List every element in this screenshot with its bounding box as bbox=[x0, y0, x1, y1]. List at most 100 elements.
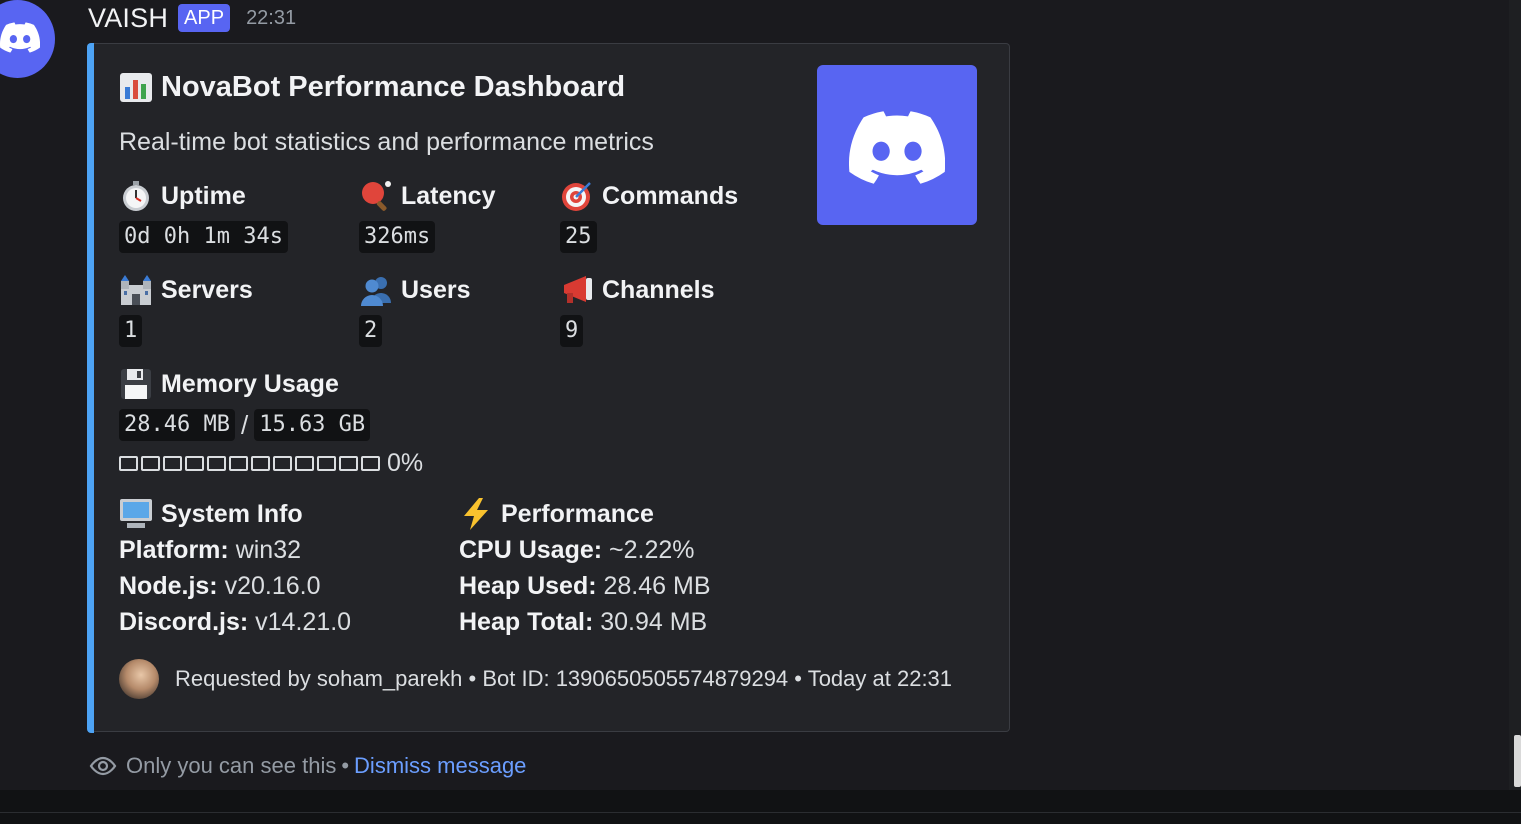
castle-icon bbox=[121, 275, 151, 305]
progress-segment bbox=[229, 456, 248, 471]
progress-segment bbox=[251, 456, 270, 471]
field-users-label: Users bbox=[401, 275, 471, 304]
field-uptime: Uptime 0d 0h 1m 34s bbox=[119, 178, 288, 253]
message-header: VAISH APP 22:31 bbox=[88, 2, 296, 34]
embed-thumbnail[interactable] bbox=[817, 65, 977, 225]
field-uptime-label: Uptime bbox=[161, 181, 246, 210]
discord-logo-icon bbox=[849, 111, 945, 184]
progress-segment bbox=[361, 456, 380, 471]
perf-row-cpu: CPU Usage: ~2.22% bbox=[459, 532, 711, 568]
dismiss-message-link[interactable]: Dismiss message bbox=[354, 753, 526, 779]
field-memory: Memory Usage 28.46 MB / 15.63 GB bbox=[119, 366, 371, 441]
embed-accent-bar bbox=[87, 43, 94, 733]
field-performance: Performance CPU Usage: ~2.22% Heap Used:… bbox=[459, 496, 711, 640]
progress-segment bbox=[207, 456, 226, 471]
computer-icon bbox=[120, 499, 152, 528]
requester-avatar bbox=[119, 659, 159, 699]
field-commands-label: Commands bbox=[602, 181, 739, 210]
info-key: Node.js: bbox=[119, 572, 218, 600]
field-servers-value: 1 bbox=[119, 315, 143, 347]
field-users-value: 2 bbox=[359, 315, 383, 347]
footer-text: Requested by soham_parekh • Bot ID: 1390… bbox=[175, 666, 953, 691]
embed-title: NovaBot Performance Dashboard bbox=[161, 70, 626, 103]
field-channels: Channels 9 bbox=[560, 272, 715, 347]
field-uptime-name: Uptime bbox=[119, 178, 288, 214]
info-value: ~2.22% bbox=[609, 536, 695, 564]
field-users-name: Users bbox=[359, 272, 471, 308]
field-latency-label: Latency bbox=[401, 181, 496, 210]
ephemeral-notice: Only you can see this • Dismiss message bbox=[88, 750, 526, 782]
memory-used-value: 28.46 MB bbox=[119, 409, 235, 441]
field-memory-name: Memory Usage bbox=[119, 366, 370, 402]
lightning-icon bbox=[464, 498, 488, 530]
progress-segment bbox=[163, 456, 182, 471]
scrollbar-track[interactable] bbox=[1509, 0, 1521, 790]
field-memory-label: Memory Usage bbox=[161, 369, 339, 398]
info-key: Platform: bbox=[119, 536, 229, 564]
progress-segment bbox=[339, 456, 358, 471]
bot-avatar[interactable] bbox=[0, 0, 55, 78]
info-value: v20.16.0 bbox=[224, 572, 321, 600]
info-value: 30.94 MB bbox=[600, 608, 708, 636]
info-key: CPU Usage: bbox=[459, 536, 603, 564]
memory-separator: / bbox=[240, 409, 249, 440]
field-channels-value: 9 bbox=[560, 315, 584, 347]
embed-description: Real-time bot statistics and performance… bbox=[119, 128, 654, 156]
field-commands-name: Commands bbox=[560, 178, 738, 214]
bottom-bar bbox=[0, 790, 1521, 824]
info-row-discordjs: Discord.js: v14.21.0 bbox=[119, 604, 351, 640]
progress-segment bbox=[273, 456, 292, 471]
info-value: v14.21.0 bbox=[255, 608, 352, 636]
progress-segment bbox=[119, 456, 138, 471]
scrollbar-thumb[interactable] bbox=[1514, 735, 1521, 787]
username[interactable]: VAISH bbox=[88, 3, 168, 34]
field-servers: Servers 1 bbox=[119, 272, 253, 347]
progress-segment bbox=[295, 456, 314, 471]
field-uptime-value: 0d 0h 1m 34s bbox=[119, 221, 288, 253]
field-channels-name: Channels bbox=[560, 272, 715, 308]
embed-title-row: NovaBot Performance Dashboard bbox=[119, 70, 625, 104]
eye-icon bbox=[89, 756, 117, 776]
embed-footer: Requested by soham_parekh • Bot ID: 1390… bbox=[119, 659, 952, 699]
info-key: Discord.js: bbox=[119, 608, 249, 636]
stopwatch-icon bbox=[123, 181, 149, 211]
field-latency: Latency 326ms bbox=[359, 178, 495, 253]
progress-segment bbox=[141, 456, 160, 471]
field-channels-label: Channels bbox=[602, 275, 715, 304]
ephemeral-text: Only you can see this bbox=[126, 753, 337, 778]
field-latency-name: Latency bbox=[359, 178, 495, 214]
field-system-info-name: System Info bbox=[119, 496, 351, 532]
info-row-platform: Platform: win32 bbox=[119, 532, 351, 568]
ephemeral-separator: • bbox=[341, 753, 350, 778]
message-timestamp[interactable]: 22:31 bbox=[246, 7, 296, 30]
megaphone-icon bbox=[564, 276, 592, 303]
field-performance-label: Performance bbox=[501, 499, 654, 528]
perf-row-heap-used: Heap Used: 28.46 MB bbox=[459, 568, 711, 604]
floppy-disk-icon bbox=[121, 369, 151, 399]
field-latency-value: 326ms bbox=[359, 221, 436, 253]
info-value: 28.46 MB bbox=[603, 572, 711, 600]
progress-segment bbox=[317, 456, 336, 471]
info-row-node: Node.js: v20.16.0 bbox=[119, 568, 351, 604]
ping-pong-icon bbox=[362, 181, 391, 211]
memory-progress-bar: 0% bbox=[119, 449, 423, 478]
field-users: Users 2 bbox=[359, 272, 471, 347]
field-commands: Commands 25 bbox=[560, 178, 738, 253]
direct-hit-icon bbox=[562, 182, 591, 211]
discord-logo-icon bbox=[0, 22, 40, 53]
field-commands-value: 25 bbox=[560, 221, 597, 253]
memory-total-value: 15.63 GB bbox=[254, 409, 371, 441]
field-performance-name: Performance bbox=[459, 496, 711, 532]
info-value: win32 bbox=[235, 536, 302, 564]
perf-row-heap-total: Heap Total: 30.94 MB bbox=[459, 604, 711, 640]
progress-segment bbox=[185, 456, 204, 471]
info-key: Heap Total: bbox=[459, 608, 594, 636]
busts-icon bbox=[361, 277, 391, 306]
divider bbox=[0, 812, 1521, 813]
field-servers-name: Servers bbox=[119, 272, 253, 308]
memory-percent: 0% bbox=[387, 449, 424, 477]
field-system-info-label: System Info bbox=[161, 499, 303, 528]
info-key: Heap Used: bbox=[459, 572, 597, 600]
app-badge: APP bbox=[178, 4, 231, 32]
field-servers-label: Servers bbox=[161, 275, 253, 304]
